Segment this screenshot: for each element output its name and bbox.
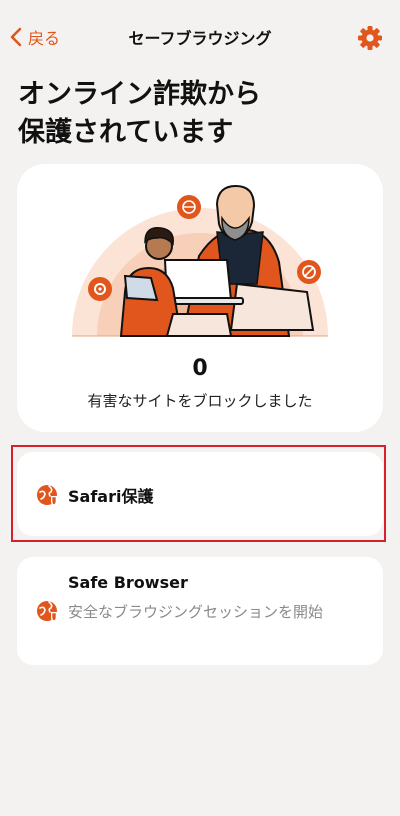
page-headline: オンライン詐欺から 保護されています [18,76,378,152]
safe-browser-item[interactable]: Safe Browser 安全なブラウジングセッションを開始 [17,557,383,665]
gear-icon [358,26,382,50]
nav-bar: 戻る セーフブラウジング [0,0,400,72]
protection-summary-card: 0 有害なサイトをブロックしました [17,164,383,432]
safe-browser-title: Safe Browser [68,573,188,592]
globe-shield-icon [37,601,57,622]
gear-badge-icon [88,277,112,301]
selection-highlight [11,445,386,542]
headline-line-2: 保護されています [18,117,234,148]
settings-button[interactable] [356,24,384,52]
block-badge-icon [297,260,321,284]
page-title: セーフブラウジング [128,29,272,48]
safe-browser-description: 安全なブラウジングセッションを開始 [68,603,324,621]
blocked-count: 0 [192,356,208,381]
headline-line-1: オンライン詐欺から [18,79,261,110]
protection-illustration [72,184,328,337]
globe-badge-icon [177,195,201,219]
blocked-label: 有害なサイトをブロックしました [87,392,313,410]
